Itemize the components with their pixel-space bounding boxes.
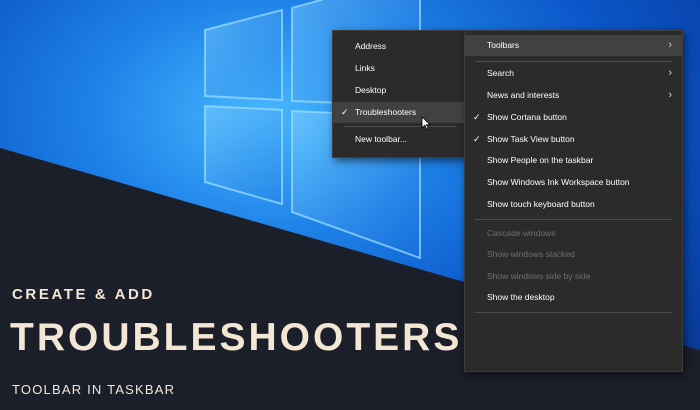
chevron-right-icon: › — [668, 89, 672, 101]
menu-item-show-windows-stacked: Show windows stacked — [465, 244, 682, 265]
menu-item-label: Show Cortana button — [487, 112, 567, 122]
submenu-item-troubleshooters[interactable]: ✓ Troubleshooters — [333, 102, 466, 123]
submenu-item-new-toolbar[interactable]: New toolbar... — [333, 129, 466, 150]
menu-item-show-ink-workspace[interactable]: Show Windows Ink Workspace button — [465, 172, 682, 193]
submenu-item-links[interactable]: Links — [333, 58, 466, 79]
menu-item-label: Show the desktop — [487, 292, 555, 302]
menu-item-show-task-view[interactable]: ✓ Show Task View button — [465, 129, 682, 150]
menu-separator — [475, 219, 672, 220]
menu-separator — [475, 312, 672, 313]
menu-item-label: Cascade windows — [487, 228, 556, 238]
menu-item-label: Address — [355, 41, 387, 51]
checkmark-icon: ✓ — [341, 107, 349, 117]
menu-item-toolbars[interactable]: Toolbars › — [465, 35, 682, 56]
menu-item-label: News and interests — [487, 90, 560, 100]
menu-item-show-cortana[interactable]: ✓ Show Cortana button — [465, 107, 682, 128]
menu-item-show-the-desktop[interactable]: Show the desktop — [465, 287, 682, 308]
checkmark-icon: ✓ — [473, 134, 481, 144]
menu-item-show-people[interactable]: Show People on the taskbar — [465, 150, 682, 171]
menu-item-label: Troubleshooters — [355, 107, 417, 117]
taskbar-context-menu: Toolbars › Search › News and interests ›… — [464, 30, 683, 372]
menu-item-label: Search — [487, 68, 514, 78]
banner-kicker: CREATE & ADD — [12, 286, 155, 303]
checkmark-icon: ✓ — [473, 112, 481, 122]
menu-item-label: New toolbar... — [355, 134, 407, 144]
chevron-right-icon: › — [668, 67, 672, 79]
menu-item-show-touch-keyboard[interactable]: Show touch keyboard button — [465, 194, 682, 215]
menu-separator — [343, 126, 456, 127]
submenu-item-address[interactable]: Address — [333, 36, 466, 57]
chevron-right-icon: › — [668, 39, 672, 51]
banner-title: TROUBLESHOOTERS — [10, 316, 463, 359]
banner-subtitle: TOOLBAR IN TASKBAR — [12, 382, 176, 397]
menu-item-label: Desktop — [355, 85, 387, 95]
menu-item-label: Show Windows Ink Workspace button — [487, 177, 630, 187]
menu-item-search[interactable]: Search › — [465, 63, 682, 84]
submenu-item-desktop[interactable]: Desktop — [333, 80, 466, 101]
menu-item-label: Show Task View button — [487, 134, 575, 144]
menu-item-show-windows-side-by-side: Show windows side by side — [465, 266, 682, 287]
menu-item-cascade-windows: Cascade windows — [465, 223, 682, 244]
menu-item-label: Show touch keyboard button — [487, 199, 595, 209]
mouse-pointer-icon — [421, 116, 431, 130]
menu-item-label: Links — [355, 63, 375, 73]
menu-item-label: Toolbars — [487, 40, 520, 50]
toolbars-submenu: Address Links Desktop ✓ Troubleshooters … — [332, 30, 467, 158]
menu-item-news-and-interests[interactable]: News and interests › — [465, 85, 682, 106]
menu-separator — [475, 61, 672, 62]
menu-item-label: Show windows stacked — [487, 249, 575, 259]
menu-item-label: Show People on the taskbar — [487, 155, 594, 165]
menu-item-label: Show windows side by side — [487, 271, 591, 281]
